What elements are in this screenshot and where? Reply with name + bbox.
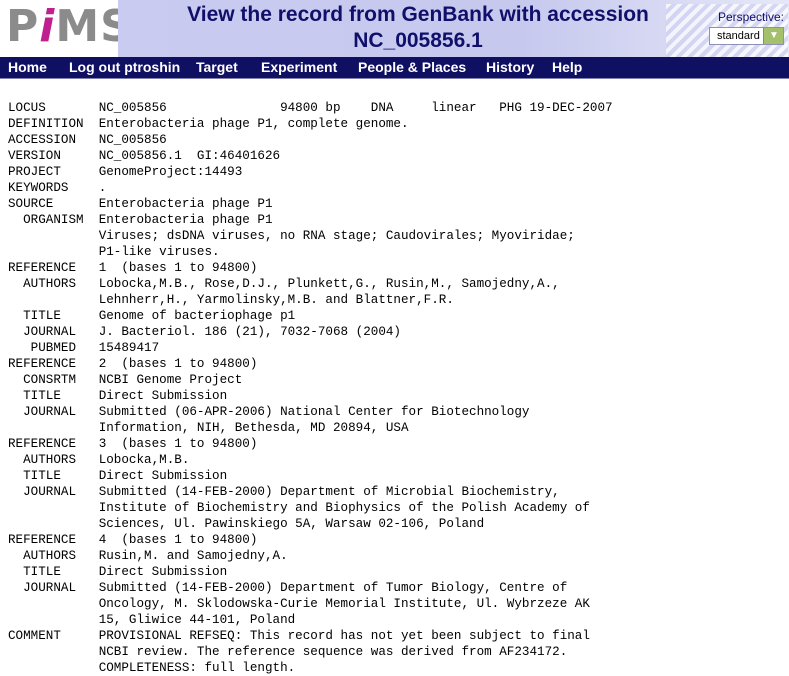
nav-help[interactable]: Help — [552, 59, 582, 76]
perspective-selector: Perspective: standard ▼ — [702, 9, 784, 50]
nav-history[interactable]: History — [486, 59, 534, 76]
perspective-select[interactable]: standard ▼ — [709, 27, 784, 45]
record-line: Institute of Biochemistry and Biophysics… — [8, 501, 590, 515]
record-line: TITLE Genome of bacteriophage p1 — [8, 309, 296, 323]
perspective-label: Perspective: — [717, 10, 784, 24]
record-line: AUTHORS Lobocka,M.B., Rose,D.J., Plunket… — [8, 277, 560, 291]
dropdown-button[interactable]: ▼ — [763, 28, 783, 44]
nav-target[interactable]: Target — [196, 59, 238, 76]
nav-experiment[interactable]: Experiment — [261, 59, 337, 76]
record-line: COMPLETENESS: full length. — [8, 661, 296, 675]
record-line: DEFINITION Enterobacteria phage P1, comp… — [8, 117, 409, 131]
record-line: JOURNAL J. Bacteriol. 186 (21), 7032-706… — [8, 325, 401, 339]
record-line: VERSION NC_005856.1 GI:46401626 — [8, 149, 281, 163]
chevron-down-icon: ▼ — [769, 30, 779, 41]
page-title-line-1: View the record from GenBank with access… — [187, 3, 649, 26]
record-line: ACCESSION NC_005856 — [8, 133, 167, 147]
logo-letter-i: i — [39, 1, 56, 52]
nav-logout[interactable]: Log out ptroshin — [69, 59, 180, 76]
record-line: Viruses; dsDNA viruses, no RNA stage; Ca… — [8, 229, 575, 243]
record-line: P1-like viruses. — [8, 245, 220, 259]
record-line: AUTHORS Lobocka,M.B. — [8, 453, 190, 467]
record-line: COMMENT PROVISIONAL REFSEQ: This record … — [8, 629, 590, 643]
record-line: REFERENCE 4 (bases 1 to 94800) — [8, 533, 258, 547]
page-title-line-2: NC_005856.1 — [353, 29, 483, 52]
page-title: View the record from GenBank with access… — [118, 2, 718, 54]
record-line: TITLE Direct Submission — [8, 565, 228, 579]
logo-letter-p: P — [6, 1, 40, 52]
record-line: JOURNAL Submitted (14-FEB-2000) Departme… — [8, 581, 568, 595]
record-line: PUBMED 15489417 — [8, 341, 160, 355]
record-line: AUTHORS Rusin,M. and Samojedny,A. — [8, 549, 288, 563]
header: PiMS View the record from GenBank with a… — [0, 0, 789, 57]
record-line: JOURNAL Submitted (14-FEB-2000) Departme… — [8, 485, 560, 499]
record-line: 15, Gliwice 44-101, Poland — [8, 613, 296, 627]
record-line: JOURNAL Submitted (06-APR-2006) National… — [8, 405, 530, 419]
record-line: TITLE Direct Submission — [8, 469, 228, 483]
title-banner: View the record from GenBank with access… — [118, 0, 789, 57]
nav-home[interactable]: Home — [8, 59, 47, 76]
record-line: REFERENCE 2 (bases 1 to 94800) — [8, 357, 258, 371]
record-line: KEYWORDS . — [8, 181, 107, 195]
record-line: SOURCE Enterobacteria phage P1 — [8, 197, 273, 211]
record-line: REFERENCE 3 (bases 1 to 94800) — [8, 437, 258, 451]
record-line: REFERENCE 1 (bases 1 to 94800) — [8, 261, 258, 275]
record-line: Lehnherr,H., Yarmolinsky,M.B. and Blattn… — [8, 293, 454, 307]
record-line: Oncology, M. Sklodowska-Curie Memorial I… — [8, 597, 590, 611]
nav-bar: Home Log out ptroshin Target Experiment … — [0, 57, 789, 79]
logo-text: PiMS — [6, 2, 133, 52]
record-line: CONSRTM NCBI Genome Project — [8, 373, 243, 387]
nav-people-places[interactable]: People & Places — [358, 59, 466, 76]
pims-logo[interactable]: PiMS — [0, 0, 132, 57]
record-line: PROJECT GenomeProject:14493 — [8, 165, 243, 179]
record-line: ORGANISM Enterobacteria phage P1 — [8, 213, 273, 227]
record-line: Information, NIH, Bethesda, MD 20894, US… — [8, 421, 409, 435]
record-line: Sciences, Ul. Pawinskiego 5A, Warsaw 02-… — [8, 517, 485, 531]
record-line: TITLE Direct Submission — [8, 389, 228, 403]
perspective-value: standard — [717, 30, 760, 42]
genbank-record: LOCUS NC_005856 94800 bp DNA linear PHG … — [8, 100, 613, 676]
record-line: NCBI review. The reference sequence was … — [8, 645, 568, 659]
record-line: LOCUS NC_005856 94800 bp DNA linear PHG … — [8, 101, 613, 115]
